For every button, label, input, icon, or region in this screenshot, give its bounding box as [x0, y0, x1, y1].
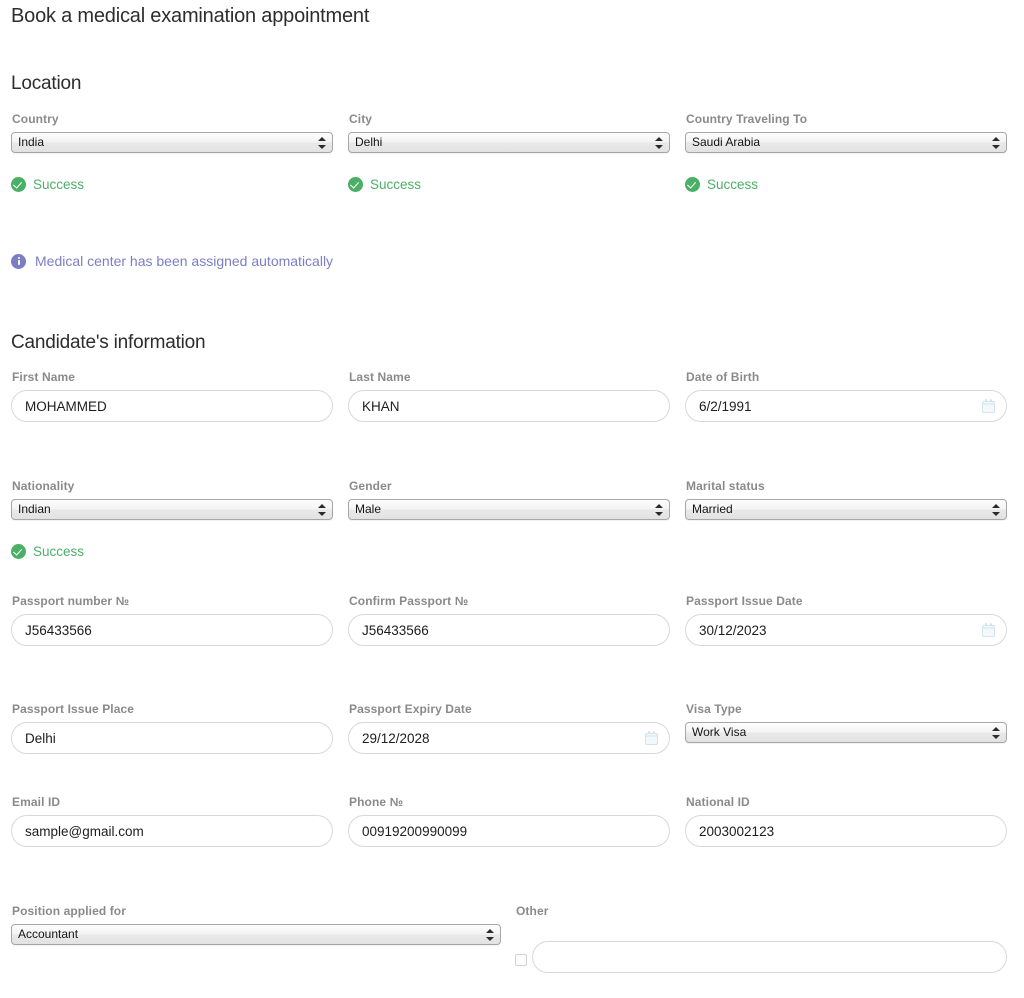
- field-email: Email ID: [11, 795, 333, 847]
- label-passport-issue-place: Passport Issue Place: [12, 702, 135, 716]
- section-title-candidate: Candidate's information: [11, 332, 206, 353]
- status-country-label: Success: [33, 177, 85, 192]
- check-circle-icon: [348, 177, 363, 192]
- page-title: Book a medical examination appointment: [11, 5, 370, 27]
- chevron-updown-icon: [655, 503, 663, 517]
- passport-number-input[interactable]: [11, 614, 333, 646]
- national-id-input[interactable]: [685, 815, 1007, 847]
- country-traveling-to-select[interactable]: Saudi Arabia: [685, 132, 1007, 153]
- label-city: City: [349, 112, 373, 126]
- field-date-of-birth: Date of Birth: [685, 370, 1007, 422]
- country-select-value: India: [18, 135, 45, 149]
- field-passport-number: Passport number №: [11, 594, 333, 646]
- field-first-name: First Name: [11, 370, 333, 422]
- other-input[interactable]: [532, 941, 1007, 973]
- other-checkbox[interactable]: [515, 954, 527, 966]
- status-city: Success: [348, 177, 421, 192]
- position-applied-for-select[interactable]: Accountant: [11, 924, 501, 945]
- phone-input[interactable]: [348, 815, 670, 847]
- first-name-input[interactable]: [11, 390, 333, 422]
- label-first-name: First Name: [12, 370, 76, 384]
- chevron-updown-icon: [992, 136, 1000, 150]
- label-marital-status: Marital status: [686, 479, 765, 493]
- country-traveling-to-select-value: Saudi Arabia: [692, 135, 761, 149]
- check-circle-icon: [11, 177, 26, 192]
- status-country-traveling-to: Success: [685, 177, 758, 192]
- position-applied-for-select-value: Accountant: [18, 927, 79, 941]
- city-select-value: Delhi: [355, 135, 383, 149]
- field-last-name: Last Name: [348, 370, 670, 422]
- label-nationality: Nationality: [12, 479, 75, 493]
- marital-status-select[interactable]: Married: [685, 499, 1007, 520]
- field-phone: Phone №: [348, 795, 670, 847]
- marital-status-select-value: Married: [692, 502, 733, 516]
- nationality-select[interactable]: Indian: [11, 499, 333, 520]
- date-of-birth-input[interactable]: [685, 390, 1007, 422]
- nationality-select-value: Indian: [18, 502, 51, 516]
- label-country-traveling-to: Country Traveling To: [686, 112, 808, 126]
- visa-type-select-value: Work Visa: [692, 725, 747, 739]
- chevron-updown-icon: [655, 136, 663, 150]
- field-country: Country India: [11, 112, 333, 153]
- medical-center-info-banner: Medical center has been assigned automat…: [11, 253, 333, 269]
- chevron-updown-icon: [992, 503, 1000, 517]
- status-city-label: Success: [370, 177, 422, 192]
- status-nationality: Success: [11, 544, 84, 559]
- label-other: Other: [516, 904, 549, 918]
- country-select[interactable]: India: [11, 132, 333, 153]
- gender-select-value: Male: [355, 502, 382, 516]
- check-circle-icon: [11, 544, 26, 559]
- passport-issue-date-input[interactable]: [685, 614, 1007, 646]
- field-passport-issue-place: Passport Issue Place: [11, 702, 333, 754]
- field-other-input: [532, 941, 1007, 973]
- label-passport-number: Passport number №: [12, 594, 130, 608]
- info-circle-icon: [11, 253, 26, 269]
- label-phone: Phone №: [349, 795, 404, 809]
- status-country: Success: [11, 177, 84, 192]
- gender-select[interactable]: Male: [348, 499, 670, 520]
- chevron-updown-icon: [318, 503, 326, 517]
- label-visa-type: Visa Type: [686, 702, 742, 716]
- city-select[interactable]: Delhi: [348, 132, 670, 153]
- chevron-updown-icon: [318, 136, 326, 150]
- email-input[interactable]: [11, 815, 333, 847]
- last-name-input[interactable]: [348, 390, 670, 422]
- field-other: Other: [516, 904, 1007, 924]
- status-country-traveling-to-label: Success: [707, 177, 759, 192]
- field-city: City Delhi: [348, 112, 670, 153]
- label-gender: Gender: [349, 479, 392, 493]
- field-national-id: National ID: [685, 795, 1007, 847]
- field-nationality: Nationality Indian: [11, 479, 333, 520]
- label-date-of-birth: Date of Birth: [686, 370, 760, 384]
- appointment-form-page: Book a medical examination appointment L…: [0, 0, 1024, 998]
- label-last-name: Last Name: [349, 370, 411, 384]
- field-gender: Gender Male: [348, 479, 670, 520]
- visa-type-select[interactable]: Work Visa: [685, 722, 1007, 743]
- passport-expiry-date-input[interactable]: [348, 722, 670, 754]
- status-nationality-label: Success: [33, 544, 85, 559]
- label-email: Email ID: [12, 795, 61, 809]
- field-country-traveling-to: Country Traveling To Saudi Arabia: [685, 112, 1007, 153]
- passport-issue-place-input[interactable]: [11, 722, 333, 754]
- chevron-updown-icon: [992, 726, 1000, 740]
- field-position-applied-for: Position applied for Accountant: [11, 904, 501, 945]
- label-passport-expiry-date: Passport Expiry Date: [349, 702, 472, 716]
- confirm-passport-number-input[interactable]: [348, 614, 670, 646]
- label-passport-issue-date: Passport Issue Date: [686, 594, 803, 608]
- label-confirm-passport-number: Confirm Passport №: [349, 594, 469, 608]
- medical-center-info-text: Medical center has been assigned automat…: [35, 253, 334, 269]
- section-title-location: Location: [11, 73, 82, 94]
- label-country: Country: [12, 112, 59, 126]
- label-position-applied-for: Position applied for: [12, 904, 127, 918]
- check-circle-icon: [685, 177, 700, 192]
- field-visa-type: Visa Type Work Visa: [685, 702, 1007, 743]
- field-confirm-passport-number: Confirm Passport №: [348, 594, 670, 646]
- field-passport-expiry-date: Passport Expiry Date: [348, 702, 670, 754]
- label-national-id: National ID: [686, 795, 750, 809]
- field-marital-status: Marital status Married: [685, 479, 1007, 520]
- field-passport-issue-date: Passport Issue Date: [685, 594, 1007, 646]
- chevron-updown-icon: [486, 928, 494, 942]
